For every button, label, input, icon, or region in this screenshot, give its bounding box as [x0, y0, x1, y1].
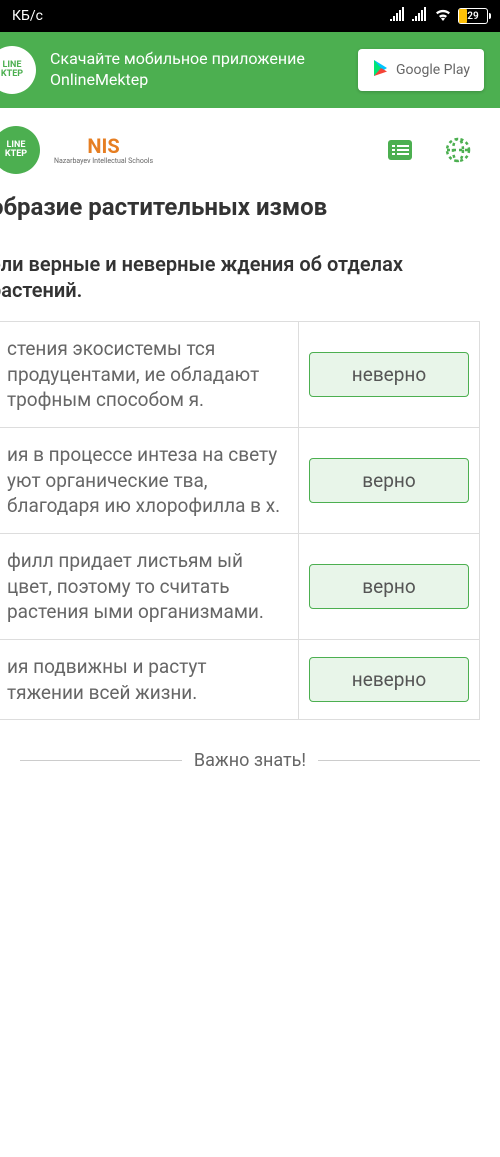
answer-cell: неверно	[299, 640, 479, 719]
main-content: образие растительных измов ели верные и …	[0, 192, 500, 720]
answer-button[interactable]: неверно	[309, 352, 469, 397]
nis-logo: NIS Nazarbayev Intellectual Schools	[54, 134, 153, 166]
answer-cell: верно	[299, 534, 479, 639]
signal-icon	[390, 7, 406, 25]
nis-label: NIS	[87, 134, 119, 158]
status-left: КБ/с	[12, 8, 43, 24]
banner-text: Скачайте мобильное приложение OnlineMekt…	[50, 49, 344, 91]
answer-button[interactable]: верно	[309, 564, 469, 609]
banner-logo: LINE KTEP	[0, 46, 36, 94]
nis-sublabel: Nazarbayev Intellectual Schools	[54, 158, 153, 166]
header-logo[interactable]: LINE KTEP	[0, 126, 40, 174]
battery-icon: 29	[458, 8, 488, 24]
status-right: 29	[390, 7, 488, 25]
page-header: LINE KTEP NIS Nazarbayev Intellectual Sc…	[0, 108, 500, 192]
language-button[interactable]	[436, 128, 480, 172]
network-speed: КБ/с	[12, 8, 43, 24]
task-subtitle: ели верные и неверные ждения об отделах …	[0, 251, 480, 303]
statement-text: филл придает листьям ый цвет, поэтому то…	[0, 534, 299, 639]
divider-line	[20, 760, 182, 761]
app-banner[interactable]: LINE KTEP Скачайте мобильное приложение …	[0, 32, 500, 108]
list-button[interactable]	[378, 128, 422, 172]
statement-text: ия подвижны и растут тяжении всей жизни.	[0, 640, 299, 719]
wifi-icon	[434, 7, 452, 25]
statements-table: стения экосистемы тся продуцентами, ие о…	[0, 321, 480, 720]
footer-section: Важно знать!	[0, 750, 500, 771]
status-bar: КБ/с 29	[0, 0, 500, 32]
battery-level: 29	[467, 11, 478, 22]
answer-button[interactable]: верно	[309, 458, 469, 503]
statement-text: ия в процессе интеза на свету уют органи…	[0, 428, 299, 533]
footer-label: Важно знать!	[194, 750, 306, 771]
table-row: ия в процессе интеза на свету уют органи…	[0, 428, 479, 534]
answer-button[interactable]: неверно	[309, 657, 469, 702]
divider-line	[318, 760, 480, 761]
signal-icon-2	[412, 7, 428, 25]
table-row: ия подвижны и растут тяжении всей жизни.…	[0, 640, 479, 719]
google-play-button[interactable]: Google Play	[358, 49, 484, 91]
page-title: образие растительных измов	[0, 192, 480, 223]
table-row: стения экосистемы тся продуцентами, ие о…	[0, 322, 479, 428]
play-label: Google Play	[396, 62, 470, 78]
play-icon	[372, 59, 390, 81]
table-row: филл придает листьям ый цвет, поэтому то…	[0, 534, 479, 640]
answer-cell: неверно	[299, 322, 479, 427]
statement-text: стения экосистемы тся продуцентами, ие о…	[0, 322, 299, 427]
answer-cell: верно	[299, 428, 479, 533]
